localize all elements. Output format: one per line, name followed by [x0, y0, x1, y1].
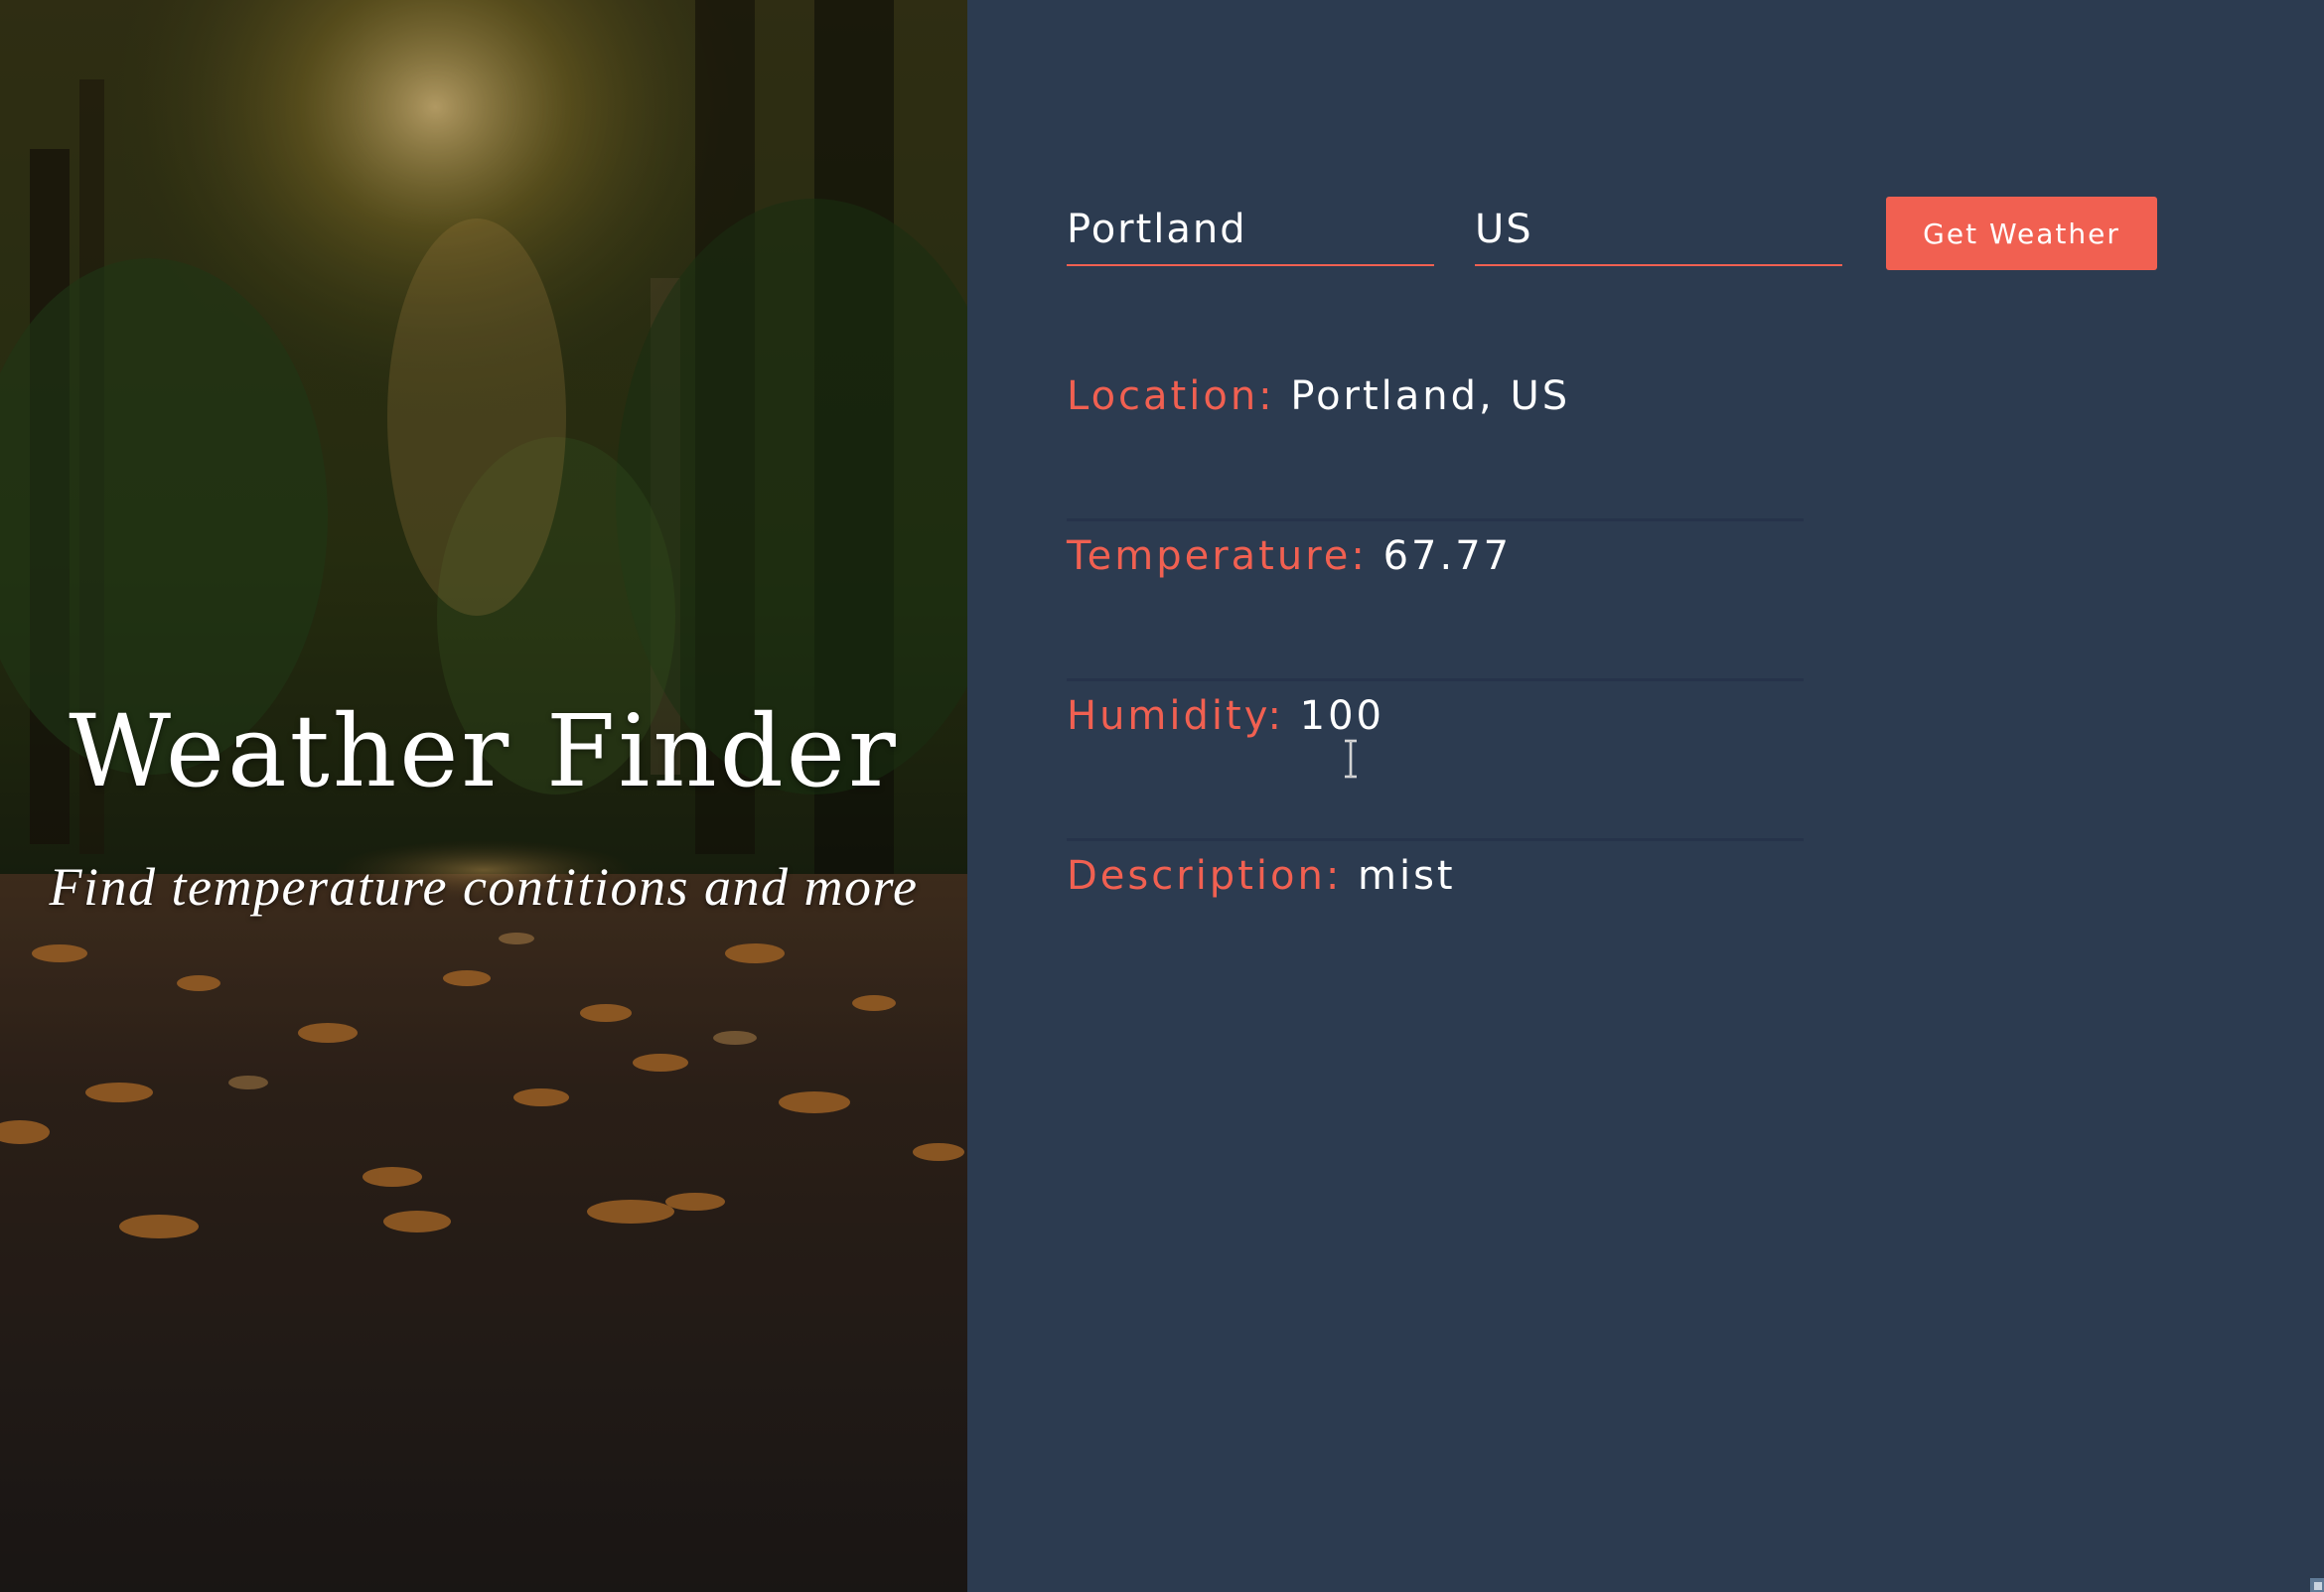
description-value: mist	[1358, 853, 1456, 899]
result-humidity: Humidity: 100	[1067, 683, 1804, 841]
temperature-label: Temperature:	[1067, 533, 1368, 579]
description-label: Description:	[1067, 853, 1343, 899]
city-input[interactable]	[1067, 195, 1434, 266]
page-subtitle: Find temperature contitions and more	[49, 857, 919, 917]
page-title: Weather Finder	[69, 693, 899, 809]
country-input[interactable]	[1475, 195, 1842, 266]
humidity-label: Humidity:	[1067, 693, 1284, 739]
temperature-value: 67.77	[1382, 533, 1513, 579]
result-location: Location: Portland, US	[1067, 363, 1804, 521]
location-label: Location:	[1067, 373, 1275, 419]
weather-finder-app: Weather Finder Find temperature contitio…	[0, 0, 2324, 1592]
weather-panel: Get Weather Location: Portland, US Tempe…	[967, 0, 2324, 1592]
result-temperature: Temperature: 67.77	[1067, 523, 1804, 681]
hero-panel: Weather Finder Find temperature contitio…	[0, 0, 967, 1592]
text-cursor-icon	[1345, 739, 1357, 779]
location-value: Portland, US	[1290, 373, 1571, 419]
result-description: Description: mist	[1067, 843, 1804, 1001]
weather-search-form: Get Weather	[1067, 195, 2157, 270]
resize-grip-icon[interactable]	[2310, 1578, 2324, 1592]
humidity-value: 100	[1299, 693, 1385, 739]
weather-results: Location: Portland, US Temperature: 67.7…	[1067, 363, 1804, 1003]
get-weather-button[interactable]: Get Weather	[1886, 197, 2157, 270]
